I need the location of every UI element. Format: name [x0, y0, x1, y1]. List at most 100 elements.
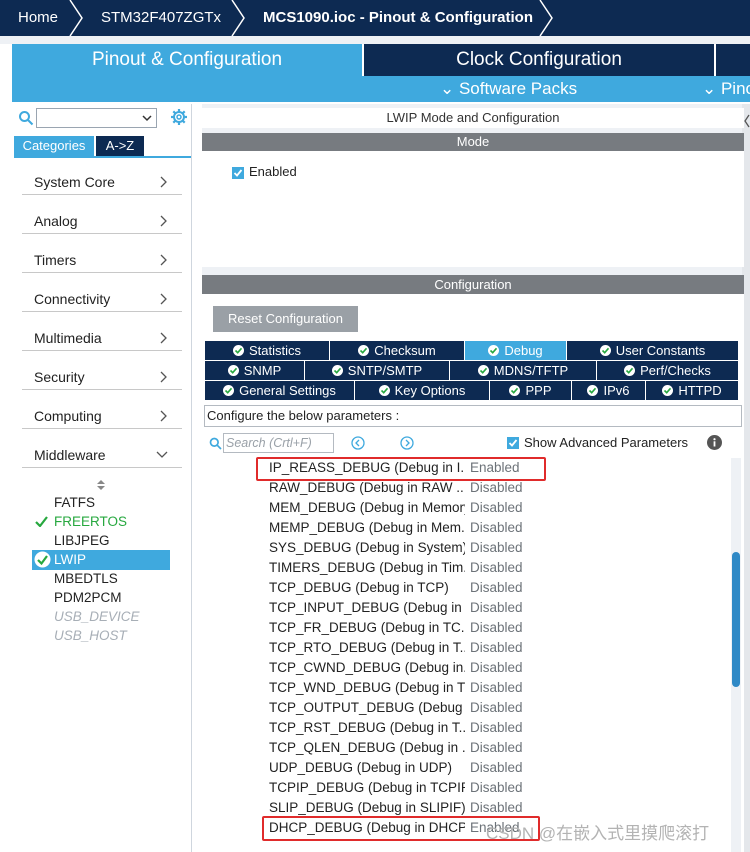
search-icon[interactable]	[209, 437, 222, 450]
info-icon[interactable]	[707, 435, 722, 450]
breadcrumb-project[interactable]: MCS1090.ioc - Pinout & Configuration	[263, 0, 533, 36]
search-icon[interactable]	[18, 110, 34, 126]
gear-icon[interactable]	[170, 108, 188, 126]
tab-a-to-z[interactable]: A->Z	[96, 136, 144, 156]
middleware-item-fatfs[interactable]: FATFS	[54, 495, 95, 510]
parameter-value[interactable]: Disabled	[470, 798, 540, 818]
scroll-arrow-icon	[744, 114, 750, 128]
check-circle-icon	[331, 365, 343, 376]
parameter-value[interactable]: Disabled	[470, 638, 540, 658]
parameter-value[interactable]: Disabled	[470, 498, 540, 518]
category-multimedia[interactable]: Multimedia	[22, 321, 182, 351]
search-combo[interactable]	[36, 108, 157, 128]
check-circle-icon	[599, 345, 611, 356]
parameter-value[interactable]: Disabled	[470, 518, 540, 538]
parameter-name: TCP_RTO_DEBUG (Debug in T...	[269, 640, 465, 655]
category-label: Connectivity	[34, 291, 111, 307]
parameter-name: MEMP_DEBUG (Debug in Mem...	[269, 520, 465, 535]
check-circle-icon	[509, 385, 521, 396]
check-circle-icon	[477, 365, 489, 376]
middleware-item-usb-device[interactable]: USB_DEVICE	[54, 609, 140, 624]
parameter-value[interactable]: Disabled	[470, 678, 540, 698]
category-label: System Core	[34, 174, 115, 190]
parameter-value[interactable]: Disabled	[470, 698, 540, 718]
check-circle-icon	[358, 345, 370, 356]
parameter-value[interactable]: Disabled	[470, 558, 540, 578]
tab-categories[interactable]: Categories	[14, 136, 94, 156]
tab-label: Statistics	[248, 343, 301, 358]
category-timers[interactable]: Timers	[22, 243, 182, 273]
show-advanced-checkbox[interactable]	[507, 437, 519, 449]
page-title: LWIP Mode and Configuration	[202, 108, 744, 128]
tab-pinout-configuration[interactable]: Pinout & Configuration	[12, 44, 362, 76]
middleware-item-libjpeg[interactable]: LIBJPEG	[54, 533, 110, 548]
tab-clock-configuration[interactable]: Clock Configuration	[364, 44, 714, 76]
middleware-item-freertos[interactable]: FREERTOS	[54, 514, 127, 529]
tab-label: Checksum	[374, 343, 436, 358]
parameter-scrollbar-thumb[interactable]	[732, 552, 740, 687]
tab-sntp-smtp[interactable]: SNTP/SMTP	[305, 361, 450, 380]
category-system-core[interactable]: System Core	[22, 165, 182, 195]
category-connectivity[interactable]: Connectivity	[22, 282, 182, 312]
checkmark-icon	[233, 169, 243, 177]
tab-general-settings[interactable]: General Settings	[205, 381, 355, 400]
parameter-value[interactable]: Disabled	[470, 658, 540, 678]
parameter-value[interactable]: Disabled	[470, 598, 540, 618]
tab-statistics[interactable]: Statistics	[205, 341, 330, 360]
tab-overflow[interactable]	[716, 44, 750, 76]
parameter-value[interactable]: Disabled	[470, 778, 540, 798]
checkmark-icon	[35, 516, 48, 527]
tab-ppp[interactable]: PPP	[490, 381, 572, 400]
breadcrumb-mcu[interactable]: STM32F407ZGTx	[101, 0, 221, 36]
tab-snmp[interactable]: SNMP	[205, 361, 305, 380]
sort-icon[interactable]	[96, 479, 106, 491]
parameter-value[interactable]: Disabled	[470, 618, 540, 638]
category-analog[interactable]: Analog	[22, 204, 182, 234]
parameter-name: TCPIP_DEBUG (Debug in TCPIP)	[269, 780, 465, 795]
reset-configuration-button[interactable]: Reset Configuration	[213, 306, 358, 332]
middleware-item-label: LWIP	[54, 552, 87, 567]
enabled-checkbox[interactable]	[232, 167, 244, 179]
previous-result-icon[interactable]	[351, 436, 365, 450]
tab-key-options[interactable]: Key Options	[355, 381, 490, 400]
tab-perf-checks[interactable]: Perf/Checks	[597, 361, 739, 380]
next-result-icon[interactable]	[400, 436, 414, 450]
parameter-value[interactable]: Disabled	[470, 738, 540, 758]
parameter-name: TCP_RST_DEBUG (Debug in T...	[269, 720, 465, 735]
chevron-down-icon	[156, 451, 168, 458]
tab-user-constants[interactable]: User Constants	[567, 341, 739, 360]
parameter-name: TCP_INPUT_DEBUG (Debug in ...	[269, 600, 465, 615]
tab-checksum[interactable]: Checksum	[330, 341, 465, 360]
category-middleware[interactable]: Middleware	[22, 438, 182, 468]
parameter-value[interactable]: Disabled	[470, 718, 540, 738]
parameter-name: TCP_DEBUG (Debug in TCP)	[269, 580, 449, 595]
configure-hint: Configure the below parameters :	[204, 405, 742, 427]
category-security[interactable]: Security	[22, 360, 182, 390]
tab-mdns-tftp[interactable]: MDNS/TFTP	[450, 361, 597, 380]
middleware-item-pdm2pcm[interactable]: PDM2PCM	[54, 590, 122, 605]
category-computing[interactable]: Computing	[22, 399, 182, 429]
tab-httpd[interactable]: HTTPD	[646, 381, 739, 400]
check-circle-icon	[34, 551, 51, 568]
tab-label: PPP	[525, 383, 552, 398]
tab-debug[interactable]: Debug	[465, 341, 567, 360]
middleware-item-lwip[interactable]	[32, 550, 170, 570]
chevron-right-icon	[160, 176, 167, 188]
parameter-value[interactable]: Disabled	[470, 578, 540, 598]
parameter-value[interactable]: Disabled	[470, 758, 540, 778]
middleware-item-usb-host[interactable]: USB_HOST	[54, 628, 127, 643]
chevron-right-icon	[160, 293, 167, 305]
middleware-item-mbedtls[interactable]: MBEDTLS	[54, 571, 118, 586]
chevron-down-icon	[142, 115, 152, 122]
checkmark-icon	[508, 439, 518, 447]
pinout-menu[interactable]: ⌄ Pino	[702, 76, 750, 102]
tab-ipv6[interactable]: IPv6	[572, 381, 646, 400]
check-circle-icon	[662, 385, 674, 396]
parameter-value[interactable]: Disabled	[470, 538, 540, 558]
parameter-name: SYS_DEBUG (Debug in System)	[269, 540, 465, 555]
check-circle-icon	[488, 345, 500, 356]
software-packs-menu[interactable]: ⌄ Software Packs	[440, 76, 577, 102]
parameter-search-input[interactable]: Search (Crtl+F)	[223, 433, 334, 453]
parameter-value[interactable]: Disabled	[470, 478, 540, 498]
breadcrumb-home[interactable]: Home	[18, 0, 58, 36]
